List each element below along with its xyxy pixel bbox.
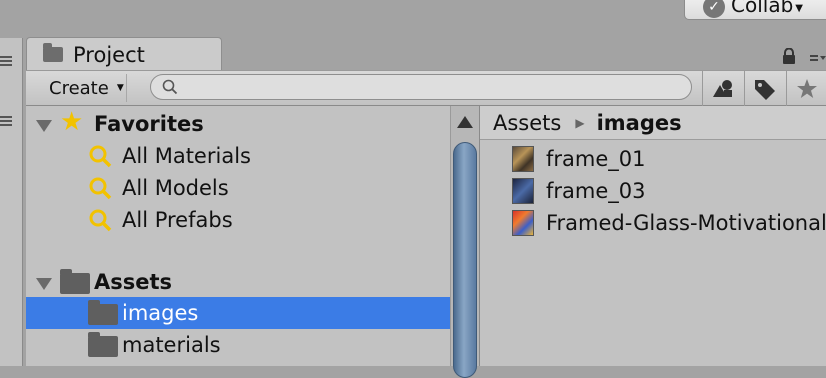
breadcrumb: Assets ▶ images — [480, 106, 826, 140]
tab-label: Project — [73, 42, 145, 67]
folder-icon — [43, 43, 63, 62]
neighbor-panel-edge — [0, 38, 23, 366]
tab-project[interactable]: Project — [26, 37, 222, 71]
folder-icon — [88, 332, 118, 357]
lock-icon[interactable] — [782, 48, 796, 64]
breadcrumb-root[interactable]: Assets — [493, 111, 561, 135]
search-by-label-button[interactable] — [744, 71, 784, 106]
saved-search-icon — [89, 209, 112, 232]
check-circle-icon: ✓ — [703, 0, 725, 18]
caret-down-icon: ▼ — [116, 83, 124, 93]
tree-item-assets[interactable]: Assets — [26, 266, 450, 298]
tree-item-all-models[interactable]: All Models — [26, 172, 450, 204]
caret-down-icon: ▼ — [795, 2, 803, 14]
tree-item-label: All Materials — [122, 144, 251, 168]
folder-icon — [60, 269, 90, 294]
search-by-type-button[interactable] — [702, 71, 742, 106]
asset-item-frame-01[interactable]: frame_01 — [512, 143, 646, 175]
expand-triangle-icon[interactable] — [36, 278, 52, 290]
scroll-thumb[interactable] — [453, 142, 477, 378]
scroll-up-arrow-icon[interactable] — [457, 116, 473, 128]
assets-label: Assets — [94, 270, 173, 294]
tree-item-label: All Models — [122, 176, 229, 200]
tree-item-images[interactable]: images — [26, 297, 450, 329]
panel-options-icon[interactable] — [810, 54, 826, 64]
tree-item-label: All Prefabs — [122, 208, 233, 232]
tree-item-materials[interactable]: materials — [26, 329, 450, 361]
asset-item-label: frame_03 — [546, 179, 646, 203]
collab-button[interactable]: ✓ Collab ▼ — [684, 0, 826, 20]
search-icon — [162, 79, 178, 95]
project-toolbar: Create ▼ — [26, 70, 826, 106]
expand-triangle-icon[interactable] — [36, 120, 52, 132]
folder-tree: ★ Favorites All Materials All Models All… — [26, 106, 450, 366]
tree-item-all-prefabs[interactable]: All Prefabs — [26, 204, 450, 236]
tree-item-all-materials[interactable]: All Materials — [26, 140, 450, 172]
star-icon — [796, 78, 817, 98]
panel-menu-icon[interactable] — [0, 56, 12, 66]
create-dropdown-button[interactable]: Create ▼ — [39, 74, 127, 102]
breadcrumb-current: images — [596, 110, 682, 135]
asset-item-label: Framed-Glass-Motivational — [546, 211, 826, 235]
folder-icon — [88, 300, 118, 325]
saved-search-icon — [89, 177, 112, 200]
tag-icon — [754, 79, 775, 100]
tree-item-favorites[interactable]: ★ Favorites — [26, 108, 450, 140]
create-label: Create — [49, 77, 109, 99]
tree-item-label: images — [122, 301, 199, 325]
image-thumbnail-icon — [512, 178, 534, 204]
asset-item-framed-glass[interactable]: Framed-Glass-Motivational — [512, 207, 826, 239]
collab-label: Collab — [731, 0, 794, 17]
asset-item-label: frame_01 — [546, 147, 646, 171]
list-icon — [0, 116, 12, 126]
favorites-button[interactable] — [786, 71, 826, 106]
star-icon: ★ — [60, 107, 84, 137]
tree-item-label: materials — [122, 333, 221, 357]
tree-scrollbar[interactable] — [450, 106, 480, 378]
image-thumbnail-icon — [512, 210, 534, 236]
saved-search-icon — [89, 145, 112, 168]
favorites-label: Favorites — [94, 112, 204, 136]
search-input[interactable] — [150, 74, 692, 100]
breadcrumb-separator-icon: ▶ — [575, 115, 585, 130]
asset-item-frame-03[interactable]: frame_03 — [512, 175, 646, 207]
asset-list-panel: Assets ▶ images frame_01 frame_03 Framed… — [480, 106, 826, 366]
search-by-type-icon — [712, 79, 732, 97]
image-thumbnail-icon — [512, 146, 534, 172]
